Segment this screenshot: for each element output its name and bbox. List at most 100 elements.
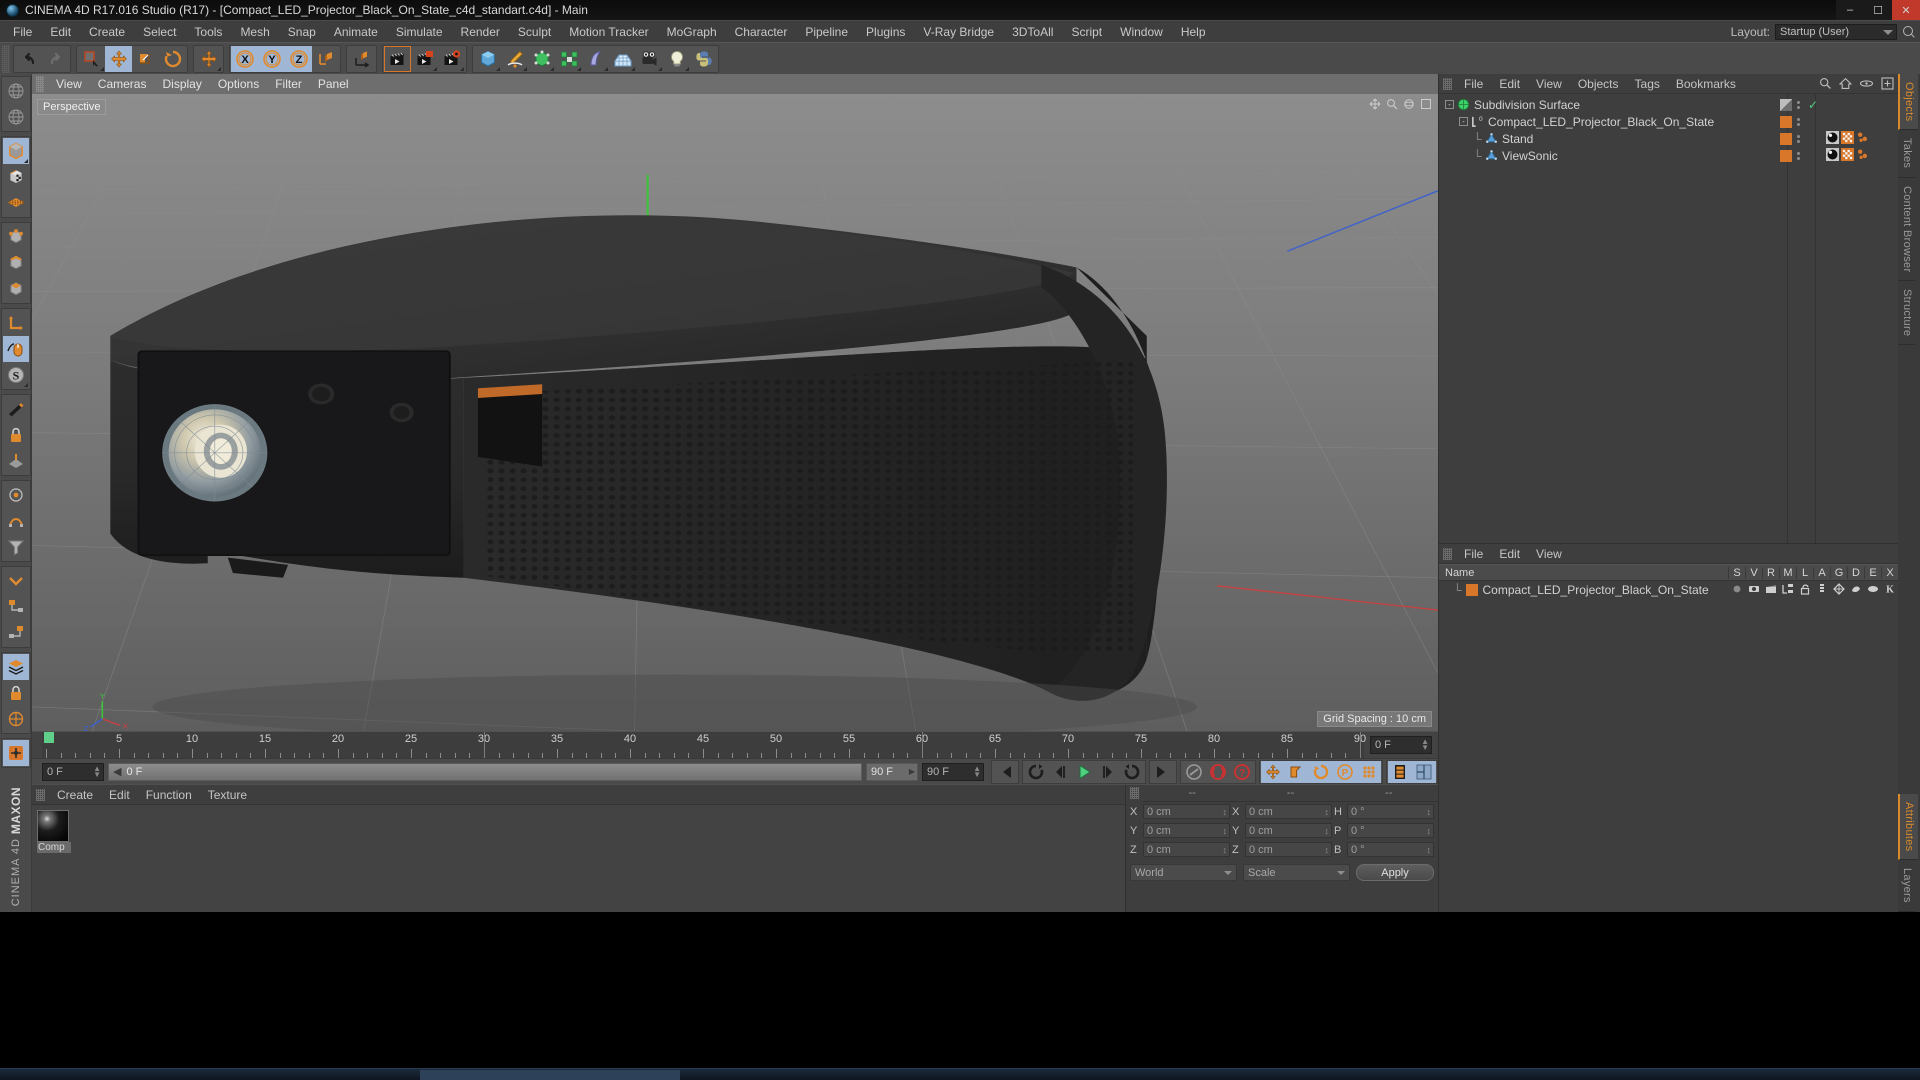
menu-item-edit[interactable]: Edit xyxy=(41,21,80,43)
parent-icon[interactable] xyxy=(3,594,29,620)
vertical-tab-attributes[interactable]: Attributes xyxy=(1898,793,1918,861)
viewport-menu-options[interactable]: Options xyxy=(210,74,267,94)
taskbar-item[interactable] xyxy=(420,1070,680,1080)
animation-icon[interactable] xyxy=(1813,583,1830,598)
menu-item-snap[interactable]: Snap xyxy=(279,21,325,43)
viewport-solo-icon[interactable] xyxy=(2,336,29,362)
scale-tool-icon[interactable] xyxy=(132,46,159,72)
layer-column-s[interactable]: S xyxy=(1728,566,1745,579)
layer-column-x[interactable]: X xyxy=(1881,566,1898,579)
current-frame-field[interactable]: 0 F ▲ ▼ xyxy=(42,762,104,781)
menu-item-select[interactable]: Select xyxy=(134,21,185,43)
menu-item-plugins[interactable]: Plugins xyxy=(857,21,914,43)
undo-icon[interactable] xyxy=(15,46,42,72)
texture-tag[interactable] xyxy=(1841,147,1854,164)
layer-rows[interactable]: └ Compact_LED_Projector_Black_On_State K xyxy=(1439,581,1898,599)
viewport-filter-icon[interactable] xyxy=(3,534,29,560)
point-level-animation-button[interactable] xyxy=(1357,760,1381,783)
layer-column-e[interactable]: E xyxy=(1864,566,1881,579)
panel-grip[interactable] xyxy=(1443,77,1452,90)
expression-icon[interactable] xyxy=(1864,583,1881,598)
axis-modify-icon[interactable] xyxy=(3,310,29,336)
move-tool-icon[interactable] xyxy=(105,45,132,72)
position-x-field[interactable]: 0 cm ↕ xyxy=(1143,804,1230,819)
material-tag[interactable] xyxy=(1826,147,1839,164)
next-key-button[interactable] xyxy=(1096,761,1120,783)
menu-item-file[interactable]: File xyxy=(4,21,41,43)
rotation-key-button[interactable] xyxy=(1309,760,1333,783)
layer-column-a[interactable]: A xyxy=(1813,566,1830,579)
layer-color-swatch[interactable] xyxy=(1780,149,1792,162)
layer-row[interactable]: └ Compact_LED_Projector_Black_On_State K xyxy=(1439,581,1898,599)
panel-grip[interactable] xyxy=(1130,787,1139,799)
spinner-icon[interactable]: ↕ xyxy=(1325,807,1330,817)
enable-deform-icon[interactable] xyxy=(3,508,29,534)
size-y-field[interactable]: 0 cm ↕ xyxy=(1245,823,1332,838)
model-mode-icon[interactable] xyxy=(3,164,29,190)
object-tree[interactable]: - Subdivision Surface ✓ -0 Compact_LED_Proje… xyxy=(1439,94,1898,543)
maximize-button[interactable]: ☐ xyxy=(1864,0,1892,20)
render-icon[interactable] xyxy=(1762,583,1779,598)
lock-x-axis-icon[interactable]: X xyxy=(231,45,258,72)
vertical-tab-layers[interactable]: Layers xyxy=(1898,860,1916,912)
texture-tag[interactable] xyxy=(1841,130,1854,147)
redo-icon[interactable] xyxy=(42,46,69,72)
vertical-tab-takes[interactable]: Takes xyxy=(1898,130,1916,178)
record-active-objects-button[interactable] xyxy=(1206,761,1230,783)
layer-menu-view[interactable]: View xyxy=(1528,544,1570,564)
layer-menu-file[interactable]: File xyxy=(1456,544,1491,564)
layer-menu-edit[interactable]: Edit xyxy=(1491,544,1528,564)
size-z-field[interactable]: 0 cm ↕ xyxy=(1245,842,1332,857)
viewport-menu-display[interactable]: Display xyxy=(154,74,209,94)
manager-icon[interactable] xyxy=(1779,583,1796,598)
layer-color-icon[interactable] xyxy=(2,654,29,680)
spinner-icon[interactable]: ↕ xyxy=(1325,845,1330,855)
object-row[interactable]: └ Stand xyxy=(1439,130,1898,147)
render-view-icon[interactable] xyxy=(384,45,411,72)
viewport-3d[interactable]: Y X Z Perspective Grid Spacing : 10 cm xyxy=(32,94,1438,731)
search-icon[interactable] xyxy=(1902,25,1916,39)
rotate-tool-icon[interactable] xyxy=(159,46,186,72)
menu-item-animate[interactable]: Animate xyxy=(325,21,387,43)
menu-item-render[interactable]: Render xyxy=(452,21,509,43)
lock-open-icon[interactable] xyxy=(1796,583,1813,598)
workplane-icon[interactable] xyxy=(3,396,29,422)
menu-item-window[interactable]: Window xyxy=(1111,21,1172,43)
visibility-dot-icon[interactable] xyxy=(1780,98,1792,111)
xref-icon[interactable]: K xyxy=(1881,583,1898,598)
scale-key-button[interactable] xyxy=(1285,760,1309,783)
add-light-icon[interactable] xyxy=(663,46,690,72)
play-button[interactable] xyxy=(1072,761,1096,783)
planar-icon[interactable] xyxy=(3,448,29,474)
keyframe-selection-button[interactable]: ? xyxy=(1230,761,1254,783)
object-row[interactable]: └ ViewSonic xyxy=(1439,147,1898,164)
object-row[interactable]: - Subdivision Surface ✓ xyxy=(1439,96,1898,113)
edges-mode-icon[interactable] xyxy=(3,250,29,276)
home-icon[interactable] xyxy=(1839,77,1852,90)
material-tag[interactable] xyxy=(1826,130,1839,147)
object-menu-objects[interactable]: Objects xyxy=(1570,74,1627,94)
add-environment-icon[interactable] xyxy=(609,46,636,72)
add-generator-icon[interactable] xyxy=(528,46,555,72)
spinner-icon[interactable]: ↕ xyxy=(1427,826,1432,836)
object-axis-icon[interactable] xyxy=(348,46,375,72)
rotate-view-icon[interactable] xyxy=(1403,98,1415,110)
lock-layer-icon[interactable] xyxy=(3,680,29,706)
position-z-field[interactable]: 0 cm ↕ xyxy=(1143,842,1230,857)
maximize-view-icon[interactable] xyxy=(1420,98,1432,110)
visible-icon[interactable] xyxy=(1745,583,1762,598)
panel-grip[interactable] xyxy=(36,788,45,801)
lock-z-axis-icon[interactable]: Z xyxy=(285,45,312,72)
coordinate-system-dropdown[interactable]: World xyxy=(1130,864,1237,881)
rotation-b-field[interactable]: 0 ° ↕ xyxy=(1347,842,1434,857)
generator-icon[interactable] xyxy=(1830,582,1847,598)
menu-item-character[interactable]: Character xyxy=(726,21,797,43)
rotation-h-field[interactable]: 0 ° ↕ xyxy=(1347,804,1434,819)
spinner-icon[interactable]: ↕ xyxy=(1427,845,1432,855)
solo-dot[interactable] xyxy=(1728,583,1745,598)
zoom-view-icon[interactable] xyxy=(1386,98,1398,110)
viewport-camera-label[interactable]: Perspective xyxy=(37,99,107,115)
object-menu-view[interactable]: View xyxy=(1528,74,1570,94)
python-icon[interactable] xyxy=(690,46,717,72)
move-alt-icon[interactable] xyxy=(195,46,222,72)
